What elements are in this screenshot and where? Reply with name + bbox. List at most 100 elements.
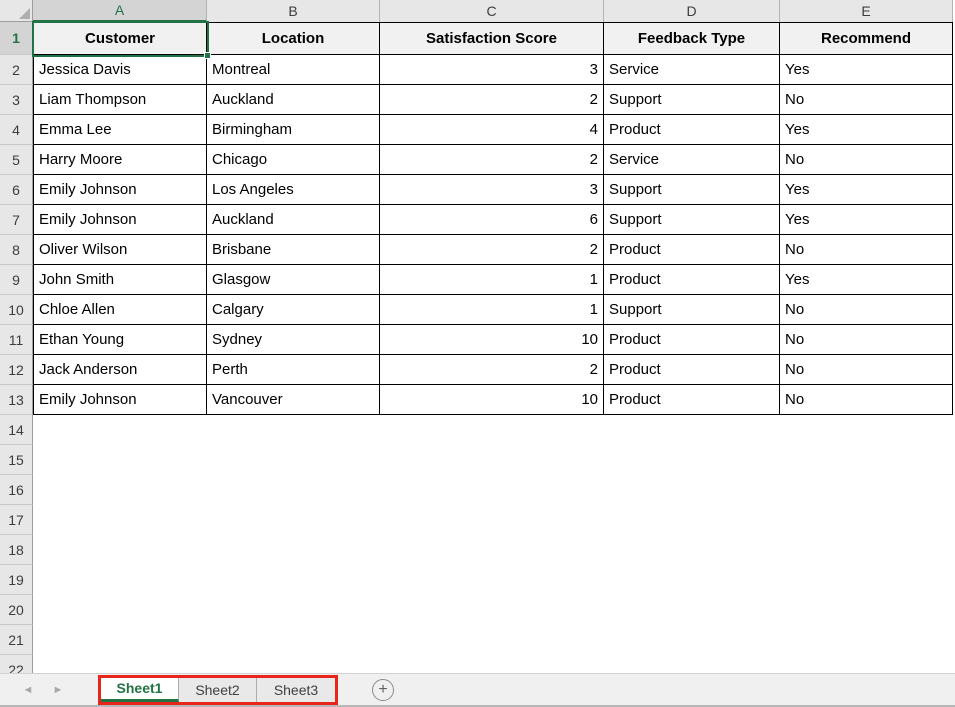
data-cell[interactable]: Calgary — [207, 295, 380, 325]
data-cell[interactable]: Product — [604, 385, 780, 415]
data-cell[interactable]: No — [780, 235, 953, 265]
header-cell-3[interactable]: Satisfaction Score — [380, 22, 604, 55]
data-cell[interactable]: 6 — [380, 205, 604, 235]
column-header-a[interactable]: A — [33, 0, 207, 22]
row-header-18[interactable]: 18 — [0, 535, 33, 565]
data-cell[interactable]: Jack Anderson — [33, 355, 207, 385]
data-cell[interactable]: Emily Johnson — [33, 385, 207, 415]
data-cell[interactable]: Emily Johnson — [33, 175, 207, 205]
data-cell[interactable]: Product — [604, 115, 780, 145]
data-cell[interactable]: Support — [604, 295, 780, 325]
header-cell-4[interactable]: Feedback Type — [604, 22, 780, 55]
data-cell[interactable]: Yes — [780, 115, 953, 145]
data-cell[interactable]: Product — [604, 265, 780, 295]
data-cell[interactable]: Chicago — [207, 145, 380, 175]
add-sheet-button[interactable]: + — [372, 679, 394, 701]
data-cell[interactable]: 2 — [380, 85, 604, 115]
header-cell-2[interactable]: Location — [207, 22, 380, 55]
data-cell[interactable]: No — [780, 325, 953, 355]
data-cell[interactable]: Vancouver — [207, 385, 380, 415]
row-header-6[interactable]: 6 — [0, 175, 33, 205]
data-cell[interactable]: Brisbane — [207, 235, 380, 265]
data-cell[interactable]: 1 — [380, 295, 604, 325]
row-header-7[interactable]: 7 — [0, 205, 33, 235]
row-header-21[interactable]: 21 — [0, 625, 33, 655]
row-header-2[interactable]: 2 — [0, 55, 33, 85]
data-cell[interactable]: Chloe Allen — [33, 295, 207, 325]
tab-sheet3[interactable]: Sheet3 — [257, 678, 335, 702]
row-header-12[interactable]: 12 — [0, 355, 33, 385]
data-cell[interactable]: 10 — [380, 325, 604, 355]
data-cell[interactable]: Harry Moore — [33, 145, 207, 175]
data-cell[interactable]: Auckland — [207, 205, 380, 235]
data-cell[interactable]: John Smith — [33, 265, 207, 295]
row-header-4[interactable]: 4 — [0, 115, 33, 145]
row-header-5[interactable]: 5 — [0, 145, 33, 175]
column-header-c[interactable]: C — [380, 0, 604, 22]
data-cell[interactable]: Service — [604, 145, 780, 175]
row-header-16[interactable]: 16 — [0, 475, 33, 505]
data-cell[interactable]: 2 — [380, 145, 604, 175]
data-cell[interactable]: Yes — [780, 55, 953, 85]
data-cell[interactable]: 3 — [380, 175, 604, 205]
data-cell[interactable]: Yes — [780, 175, 953, 205]
row-header-17[interactable]: 17 — [0, 505, 33, 535]
row-header-15[interactable]: 15 — [0, 445, 33, 475]
data-cell[interactable]: 10 — [380, 385, 604, 415]
column-header-d[interactable]: D — [604, 0, 780, 22]
data-cell[interactable]: No — [780, 145, 953, 175]
data-cell[interactable]: Emily Johnson — [33, 205, 207, 235]
data-cell[interactable]: 3 — [380, 55, 604, 85]
row-header-19[interactable]: 19 — [0, 565, 33, 595]
row-header-3[interactable]: 3 — [0, 85, 33, 115]
header-cell-1[interactable]: Customer — [33, 22, 207, 55]
data-cell[interactable]: 1 — [380, 265, 604, 295]
tab-sheet1[interactable]: Sheet1 — [101, 678, 179, 702]
row-header-11[interactable]: 11 — [0, 325, 33, 355]
data-cell[interactable]: Jessica Davis — [33, 55, 207, 85]
data-cell[interactable]: Yes — [780, 205, 953, 235]
data-cell[interactable]: Los Angeles — [207, 175, 380, 205]
row-header-13[interactable]: 13 — [0, 385, 33, 415]
data-cell[interactable]: Montreal — [207, 55, 380, 85]
data-cell[interactable]: No — [780, 85, 953, 115]
data-cell[interactable]: Support — [604, 175, 780, 205]
data-cell[interactable]: 2 — [380, 235, 604, 265]
data-cell[interactable]: 4 — [380, 115, 604, 145]
select-all-button[interactable] — [0, 0, 33, 22]
data-cell[interactable]: Product — [604, 235, 780, 265]
data-cell[interactable]: Oliver Wilson — [33, 235, 207, 265]
data-cell[interactable]: 2 — [380, 355, 604, 385]
row-header-20[interactable]: 20 — [0, 595, 33, 625]
data-cell[interactable]: Sydney — [207, 325, 380, 355]
data-cell[interactable]: No — [780, 355, 953, 385]
tab-scroll-left-icon[interactable]: ◄ — [20, 684, 36, 696]
row-header-14[interactable]: 14 — [0, 415, 33, 445]
column-header-e[interactable]: E — [780, 0, 953, 22]
header-cell-5[interactable]: Recommend — [780, 22, 953, 55]
data-cell[interactable]: Support — [604, 205, 780, 235]
data-cell[interactable]: Perth — [207, 355, 380, 385]
data-cell[interactable]: No — [780, 295, 953, 325]
tab-scroll-right-icon[interactable]: ► — [50, 684, 66, 696]
data-cell[interactable]: Product — [604, 355, 780, 385]
row-header-9[interactable]: 9 — [0, 265, 33, 295]
data-cell[interactable]: Yes — [780, 265, 953, 295]
column-header-b[interactable]: B — [207, 0, 380, 22]
data-cell[interactable]: Product — [604, 325, 780, 355]
row-header-10[interactable]: 10 — [0, 295, 33, 325]
data-cell[interactable]: Support — [604, 85, 780, 115]
data-cell[interactable]: Birmingham — [207, 115, 380, 145]
data-cell[interactable]: Service — [604, 55, 780, 85]
data-cell[interactable]: Auckland — [207, 85, 380, 115]
row-header-22[interactable]: 22 — [0, 655, 33, 673]
data-cell[interactable]: Ethan Young — [33, 325, 207, 355]
tab-sheet2[interactable]: Sheet2 — [179, 678, 257, 702]
data-cell[interactable]: No — [780, 385, 953, 415]
data-cell[interactable]: Glasgow — [207, 265, 380, 295]
select-all-triangle-icon — [19, 8, 30, 19]
data-cell[interactable]: Liam Thompson — [33, 85, 207, 115]
row-header-8[interactable]: 8 — [0, 235, 33, 265]
row-header-1[interactable]: 1 — [0, 22, 33, 55]
data-cell[interactable]: Emma Lee — [33, 115, 207, 145]
